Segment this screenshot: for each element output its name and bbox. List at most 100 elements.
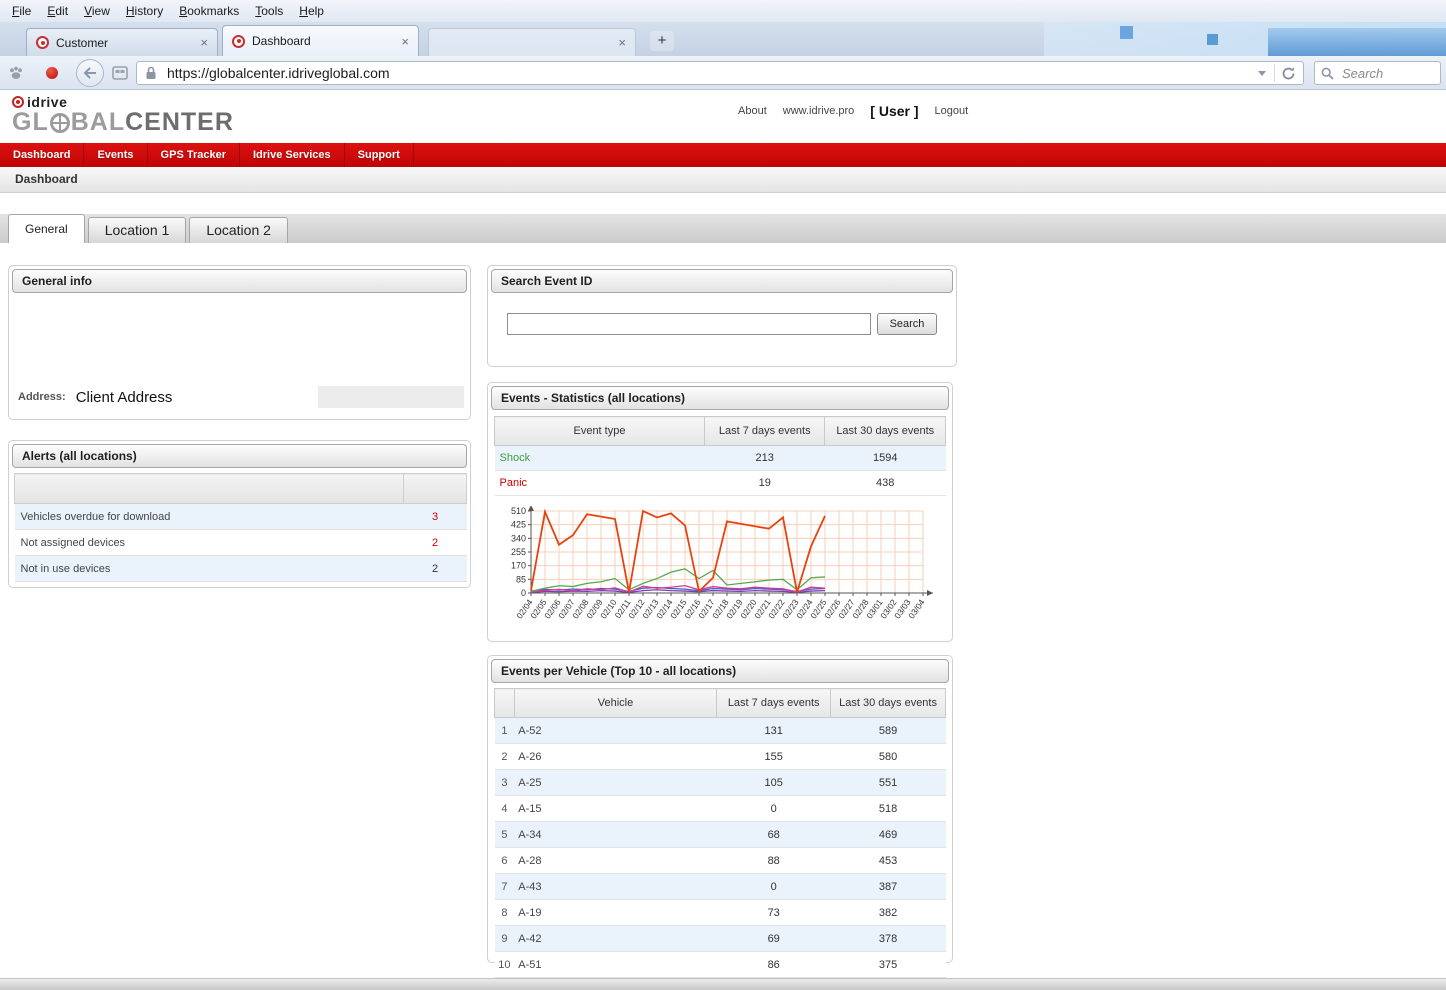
column-header: Last 30 days events xyxy=(831,689,946,718)
menu-file[interactable]: File xyxy=(4,0,39,22)
globe-icon xyxy=(50,113,70,133)
header-link-wwwidrivepro[interactable]: www.idrive.pro xyxy=(783,105,855,117)
browser-search-box[interactable] xyxy=(1314,61,1441,85)
nav-item-gps-tracker[interactable]: GPS Tracker xyxy=(148,143,240,167)
search-icon xyxy=(1321,67,1334,80)
column-header: Vehicle xyxy=(514,689,716,718)
browser-tab-dashboard[interactable]: Dashboard × xyxy=(222,25,419,56)
alerts-header-cell xyxy=(15,474,404,504)
vehicle-cell: A-52 xyxy=(514,718,716,744)
events-per-vehicle-table: VehicleLast 7 days eventsLast 30 days ev… xyxy=(494,688,946,978)
menu-view[interactable]: View xyxy=(76,0,118,22)
paw-extension-icon[interactable] xyxy=(8,65,24,86)
tab-location-1[interactable]: Location 1 xyxy=(88,217,187,243)
browser-tab-blank[interactable]: × xyxy=(428,28,636,56)
event-id-input[interactable] xyxy=(507,313,871,335)
tab-title: Customer xyxy=(56,36,192,50)
background-window-taskbar xyxy=(1268,28,1446,56)
column-header: Last 7 days events xyxy=(704,417,825,446)
table-row: Not assigned devices2 xyxy=(15,530,467,556)
stats-header-row: Event typeLast 7 days eventsLast 30 days… xyxy=(495,417,946,446)
table-row: Panic19438 xyxy=(495,471,946,496)
last30-cell: 589 xyxy=(831,718,946,744)
menu-bookmarks[interactable]: Bookmarks xyxy=(171,0,247,22)
new-tab-button[interactable]: + xyxy=(650,31,674,51)
primary-nav: DashboardEventsGPS TrackerIdrive Service… xyxy=(0,143,1446,167)
tab-general[interactable]: General xyxy=(8,214,85,243)
browser-tab-customer[interactable]: Customer × xyxy=(26,28,218,56)
rank-cell: 5 xyxy=(495,822,515,848)
logo-word-end: CENTER xyxy=(125,109,234,136)
nav-item-events[interactable]: Events xyxy=(84,143,147,167)
rank-cell: 4 xyxy=(495,796,515,822)
address-empty-field xyxy=(318,386,464,408)
menu-tools[interactable]: Tools xyxy=(247,0,291,22)
urlbar-dropdown-icon[interactable] xyxy=(1258,71,1266,76)
tab-groups-icon[interactable] xyxy=(112,65,128,86)
site-header: idrive GL BAL CENTER Aboutwww.idrive.pro… xyxy=(0,90,1446,143)
red-dot-extension-icon[interactable] xyxy=(46,67,58,79)
column-header xyxy=(495,689,515,718)
panel-title: Alerts (all locations) xyxy=(12,444,467,468)
alert-label-cell: Not in use devices xyxy=(15,556,404,582)
reload-icon[interactable] xyxy=(1281,66,1296,81)
tab-title: Dashboard xyxy=(252,34,393,48)
nav-item-idrive-services[interactable]: Idrive Services xyxy=(240,143,345,167)
panel-title: Events - Statistics (all locations) xyxy=(491,386,949,410)
browser-search-input[interactable] xyxy=(1340,65,1446,82)
rank-cell: 6 xyxy=(495,848,515,874)
event-type-cell: Shock xyxy=(495,446,705,471)
menu-history[interactable]: History xyxy=(118,0,171,22)
menu-edit[interactable]: Edit xyxy=(39,0,76,22)
rank-cell: 3 xyxy=(495,770,515,796)
events-statistics-table: Event typeLast 7 days eventsLast 30 days… xyxy=(494,416,946,496)
nav-item-support[interactable]: Support xyxy=(345,143,414,167)
svg-text:510: 510 xyxy=(511,506,526,516)
header-link-logout[interactable]: Logout xyxy=(935,105,969,117)
table-row: 10A-5186375 xyxy=(495,952,946,978)
menu-help[interactable]: Help xyxy=(291,0,332,22)
panel-title: Events per Vehicle (Top 10 - all locatio… xyxy=(491,659,949,683)
back-button[interactable] xyxy=(76,59,104,87)
window-bottom-edge xyxy=(0,978,1446,990)
search-button[interactable]: Search xyxy=(877,313,937,335)
header-link-user[interactable]: [ User ] xyxy=(870,103,918,119)
table-row: 7A-430387 xyxy=(495,874,946,900)
svg-text:0: 0 xyxy=(521,588,526,598)
rank-cell: 8 xyxy=(495,900,515,926)
panel-title: General info xyxy=(12,269,467,293)
header-link-about[interactable]: About xyxy=(738,105,767,117)
tab-close-icon[interactable]: × xyxy=(401,35,409,48)
events-line-chart: 08517025534042551002/0402/0502/0602/0702… xyxy=(491,506,941,638)
breadcrumb-bar: Dashboard xyxy=(0,167,1446,193)
address-row: Address: Client Address xyxy=(18,385,464,409)
nav-item-dashboard[interactable]: Dashboard xyxy=(0,143,84,167)
last30-cell: 551 xyxy=(831,770,946,796)
last7-cell: 0 xyxy=(717,796,831,822)
search-event-row: Search xyxy=(507,313,953,335)
vehicle-cell: A-34 xyxy=(514,822,716,848)
lock-icon xyxy=(145,66,157,80)
url-input[interactable] xyxy=(165,64,1250,82)
last7-cell: 131 xyxy=(717,718,831,744)
table-row: 5A-3468469 xyxy=(495,822,946,848)
series-green xyxy=(531,569,825,592)
logo-word-mid: BAL xyxy=(71,109,125,136)
tab-location-2[interactable]: Location 2 xyxy=(189,217,288,243)
table-row: 9A-4269378 xyxy=(495,926,946,952)
last30-cell: 469 xyxy=(831,822,946,848)
last30-cell: 375 xyxy=(831,952,946,978)
vehicle-cell: A-15 xyxy=(514,796,716,822)
navigation-toolbar xyxy=(0,56,1446,90)
url-bar[interactable] xyxy=(136,61,1304,85)
last30-cell: 438 xyxy=(825,471,946,496)
tab-close-icon[interactable]: × xyxy=(618,36,626,49)
rank-cell: 7 xyxy=(495,874,515,900)
alert-value-cell: 2 xyxy=(404,530,467,556)
table-row: 6A-2888453 xyxy=(495,848,946,874)
column-header: Last 30 days events xyxy=(825,417,946,446)
background-window-block xyxy=(1120,26,1133,39)
alert-label-cell: Not assigned devices xyxy=(15,530,404,556)
last7-cell: 0 xyxy=(717,874,831,900)
tab-close-icon[interactable]: × xyxy=(200,36,208,49)
